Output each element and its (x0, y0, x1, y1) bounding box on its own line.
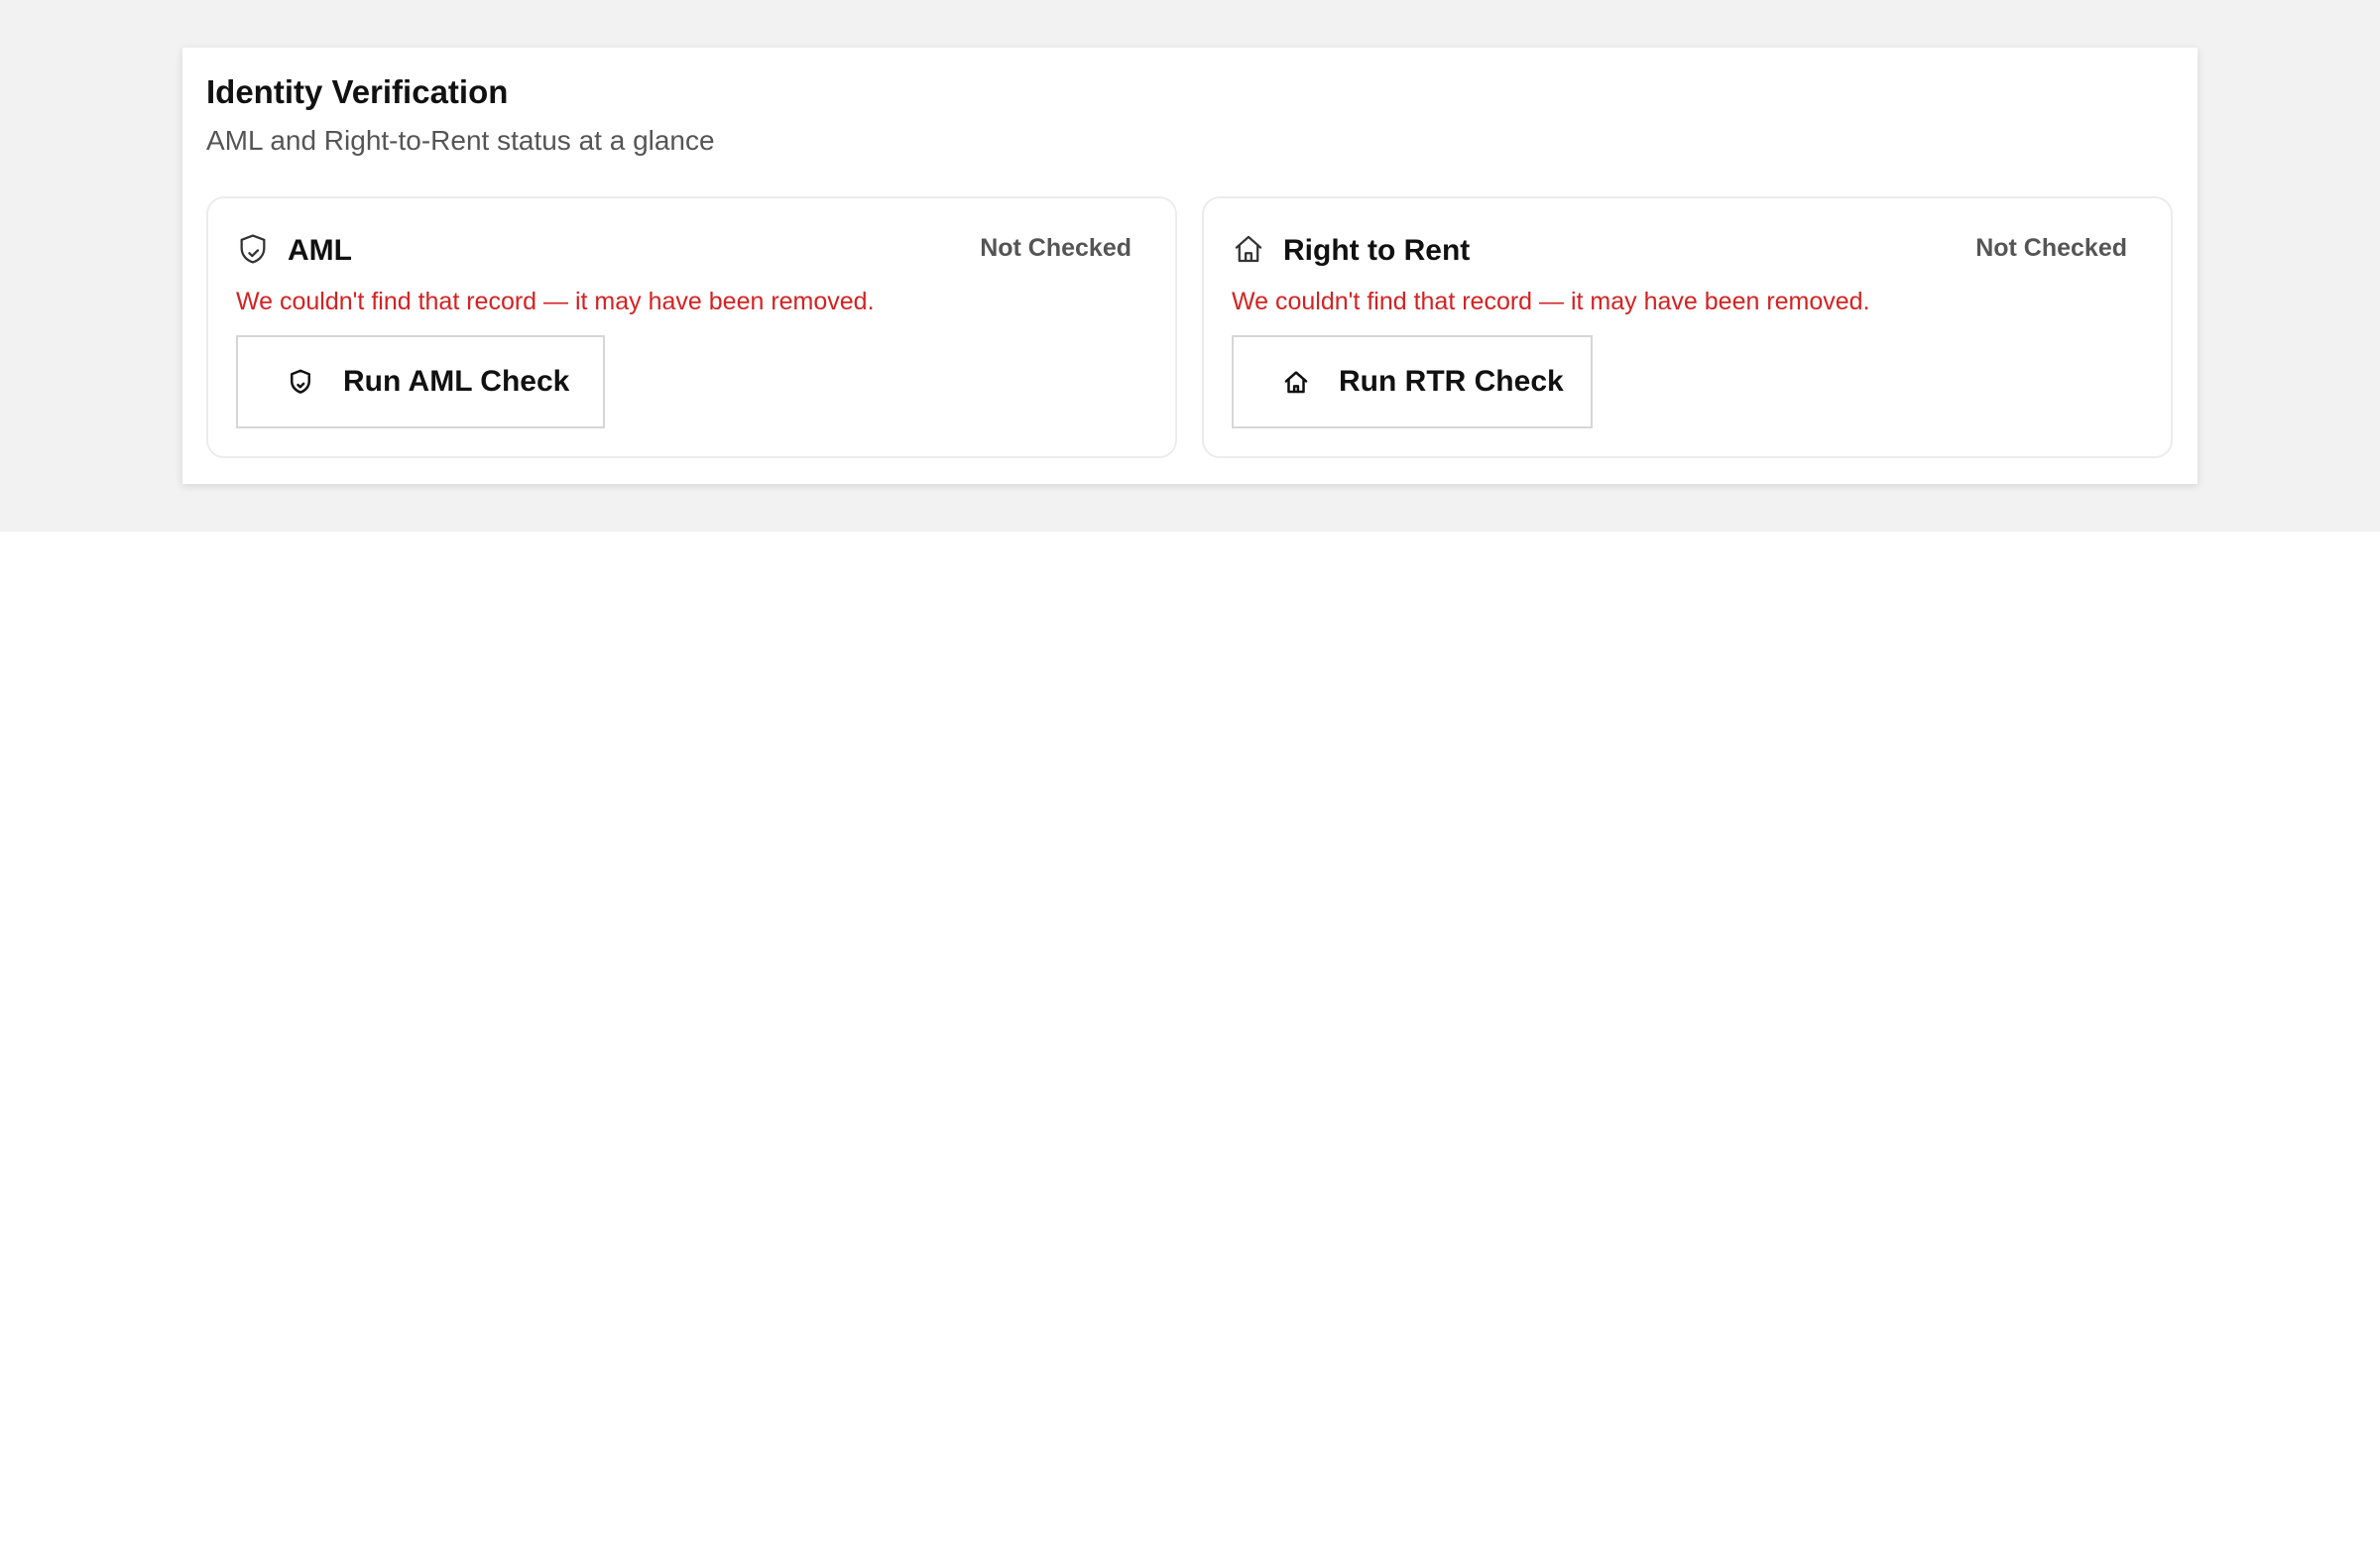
shield-icon (236, 232, 270, 266)
home-icon (1232, 232, 1265, 266)
rtr-error-message: We couldn't find that record — it may ha… (1232, 288, 1870, 315)
right-to-rent-card-title: Right to Rent (1283, 234, 1471, 267)
run-aml-check-label: Run AML Check (343, 365, 570, 398)
shield-icon (286, 367, 315, 397)
run-rtr-check-button[interactable]: Run RTR Check (1232, 335, 1593, 428)
home-icon (1281, 367, 1311, 397)
aml-card-title: AML (288, 234, 352, 267)
rtr-status-badge: Not Checked (1975, 234, 2127, 262)
aml-error-message: We couldn't find that record — it may ha… (236, 288, 875, 315)
panel-subtitle: AML and Right-to-Rent status at a glance (206, 125, 715, 156)
panel-title: Identity Verification (206, 73, 509, 110)
aml-status-badge: Not Checked (980, 234, 1131, 262)
run-rtr-check-label: Run RTR Check (1339, 365, 1564, 398)
aml-card: AML Not Checked We couldn't find that re… (206, 196, 1177, 458)
right-to-rent-card: Right to Rent Not Checked We couldn't fi… (1202, 196, 2173, 458)
identity-verification-panel: Identity Verification AML and Right-to-R… (182, 48, 2198, 484)
run-aml-check-button[interactable]: Run AML Check (236, 335, 605, 428)
